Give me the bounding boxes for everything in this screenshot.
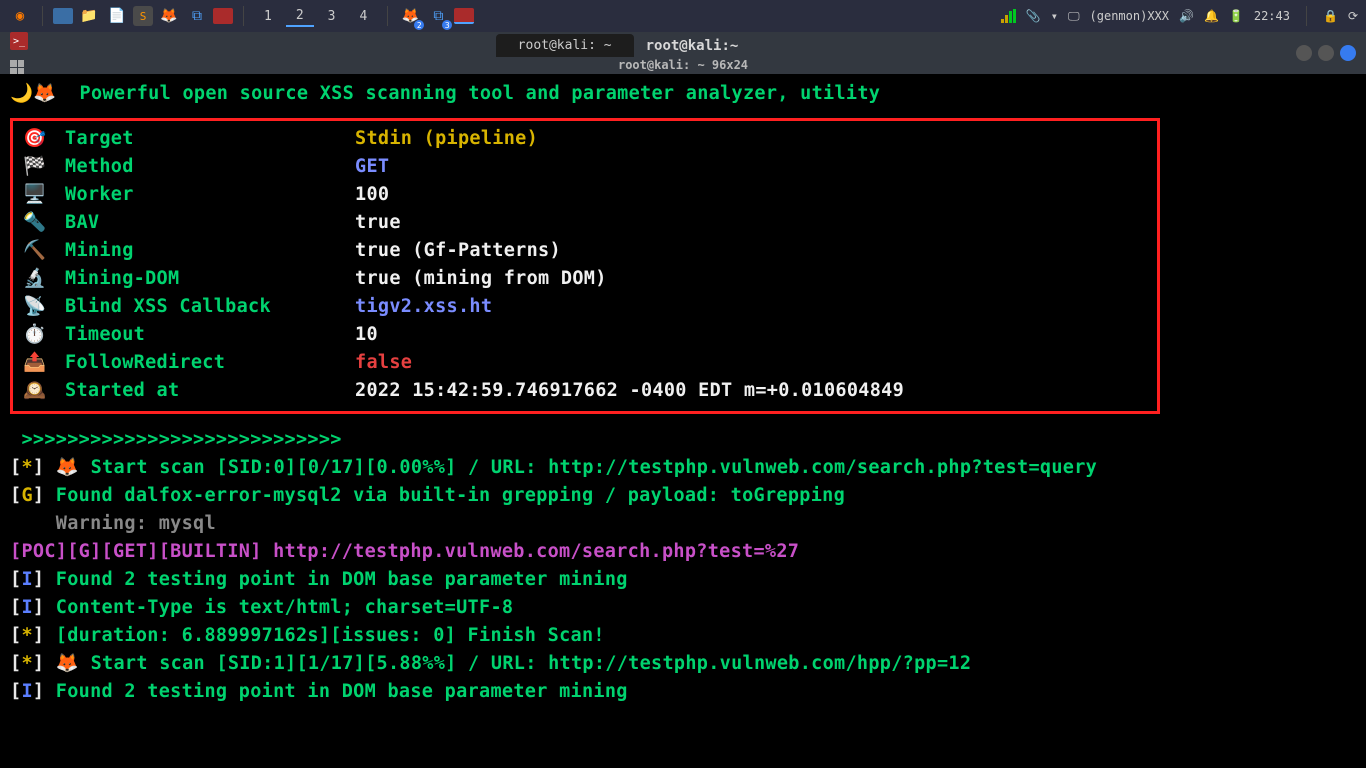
log-line: [*] [duration: 6.889997162s][issues: 0] … — [10, 622, 1356, 650]
config-row: 🎯TargetStdin (pipeline) — [23, 125, 1147, 153]
attachment-icon[interactable]: 📎 — [1026, 9, 1041, 23]
config-value: Stdin (pipeline) — [355, 125, 538, 153]
config-value: true (mining from DOM) — [355, 265, 607, 293]
config-value: tigv2.xss.ht — [355, 293, 492, 321]
config-row: ⛏️Miningtrue (Gf-Patterns) — [23, 237, 1147, 265]
firefox-icon-2[interactable]: 🦊 — [157, 4, 181, 28]
volume-icon[interactable]: 🔊 — [1179, 9, 1194, 23]
terminal-tab[interactable]: root@kali: ~ — [496, 34, 634, 57]
config-icon: 🎯 — [23, 125, 65, 153]
log-line: [I] Found 2 testing point in DOM base pa… — [10, 678, 1356, 706]
terminal-launcher-icon[interactable] — [213, 8, 233, 24]
log-line: [*] 🦊 Start scan [SID:1][1/17][5.88%%] /… — [10, 650, 1356, 678]
config-key: Started at — [65, 377, 355, 405]
notification-icon[interactable]: 🔔 — [1204, 9, 1219, 23]
task-app-1-icon[interactable]: 🦊2 — [398, 4, 422, 28]
separator-chevrons: >>>>>>>>>>>>>>>>>>>>>>>>>>>> — [10, 426, 1356, 454]
task-terminal-icon[interactable] — [454, 8, 474, 24]
log-line: [I] Content-Type is text/html; charset=U… — [10, 594, 1356, 622]
config-value: GET — [355, 153, 389, 181]
config-icon: 🔦 — [23, 209, 65, 237]
power-icon[interactable]: ⟳ — [1348, 9, 1358, 23]
maximize-button[interactable] — [1318, 45, 1334, 61]
config-value: 2022 15:42:59.746917662 -0400 EDT m=+0.0… — [355, 377, 904, 405]
terminal-titlebar: >_ root@kali: ~ root@kali:~ root@kali: ~… — [0, 32, 1366, 74]
config-value: true (Gf-Patterns) — [355, 237, 561, 265]
workspace-2[interactable]: 2 — [286, 6, 314, 27]
config-row: 🕰️Started at2022 15:42:59.746917662 -040… — [23, 377, 1147, 405]
vscode-icon[interactable]: ⧉ — [185, 4, 209, 28]
genmon-label: (genmon)XXX — [1090, 9, 1169, 23]
config-icon: 📤 — [23, 349, 65, 377]
config-icon: 🔬 — [23, 265, 65, 293]
terminal-output: 🌙🦊 Powerful open source XSS scanning too… — [0, 74, 1366, 768]
task-app-2-icon[interactable]: ⧉3 — [426, 4, 450, 28]
config-key: Worker — [65, 181, 355, 209]
workspace-3[interactable]: 3 — [318, 7, 346, 26]
files-icon[interactable]: 📁 — [77, 4, 101, 28]
log-line: [I] Found 2 testing point in DOM base pa… — [10, 566, 1356, 594]
config-key: Mining-DOM — [65, 265, 355, 293]
clock: 22:43 — [1254, 9, 1290, 23]
log-line: Warning: mysql — [10, 510, 1356, 538]
config-row: 📤FollowRedirectfalse — [23, 349, 1147, 377]
config-row: 🖥️Worker100 — [23, 181, 1147, 209]
close-button[interactable] — [1340, 45, 1356, 61]
config-value: false — [355, 349, 412, 377]
config-icon: ⏱️ — [23, 321, 65, 349]
config-key: Method — [65, 153, 355, 181]
config-box: 🎯TargetStdin (pipeline)🏁MethodGET🖥️Worke… — [10, 118, 1160, 414]
document-icon[interactable]: 📄 — [105, 4, 129, 28]
config-key: Target — [65, 125, 355, 153]
config-value: 10 — [355, 321, 378, 349]
firefox-icon[interactable]: ◉ — [8, 4, 32, 28]
log-line: [G] Found dalfox-error-mysql2 via built-… — [10, 482, 1356, 510]
network-graph-icon — [1001, 9, 1016, 23]
minimize-button[interactable] — [1296, 45, 1312, 61]
workspace-1[interactable]: 1 — [254, 7, 282, 26]
sublime-icon[interactable]: S — [133, 6, 153, 26]
config-row: 🔬Mining-DOMtrue (mining from DOM) — [23, 265, 1147, 293]
window-title: root@kali:~ — [646, 38, 739, 54]
config-icon: ⛏️ — [23, 237, 65, 265]
desktop-icon[interactable] — [53, 8, 73, 24]
config-key: BAV — [65, 209, 355, 237]
tool-subtitle: 🌙🦊 Powerful open source XSS scanning too… — [10, 80, 1356, 108]
config-row: 🔦BAVtrue — [23, 209, 1147, 237]
workspace-4[interactable]: 4 — [349, 7, 377, 26]
config-value: 100 — [355, 181, 389, 209]
config-key: Blind XSS Callback — [65, 293, 355, 321]
config-key: Mining — [65, 237, 355, 265]
lock-icon[interactable]: 🔒 — [1323, 9, 1338, 23]
config-row: 📡Blind XSS Callbacktigv2.xss.ht — [23, 293, 1147, 321]
display-icon[interactable]: 🖵 — [1068, 9, 1080, 24]
config-row: ⏱️Timeout10 — [23, 321, 1147, 349]
dropdown-icon[interactable]: ▾ — [1051, 9, 1058, 23]
config-icon: 🖥️ — [23, 181, 65, 209]
config-key: FollowRedirect — [65, 349, 355, 377]
battery-icon[interactable]: 🔋 — [1229, 9, 1244, 23]
window-subtitle: root@kali: ~ 96x24 — [618, 58, 748, 72]
config-icon: 📡 — [23, 293, 65, 321]
log-poc-line: [POC][G][GET][BUILTIN] http://testphp.vu… — [10, 538, 1356, 566]
config-icon: 🏁 — [23, 153, 65, 181]
config-icon: 🕰️ — [23, 377, 65, 405]
config-key: Timeout — [65, 321, 355, 349]
config-row: 🏁MethodGET — [23, 153, 1147, 181]
log-line: [*] 🦊 Start scan [SID:0][0/17][0.00%%] /… — [10, 454, 1356, 482]
system-taskbar: ◉ 📁 📄 S 🦊 ⧉ 1 2 3 4 🦊2 ⧉3 📎 ▾ 🖵 (genmon)… — [0, 0, 1366, 32]
config-value: true — [355, 209, 401, 237]
